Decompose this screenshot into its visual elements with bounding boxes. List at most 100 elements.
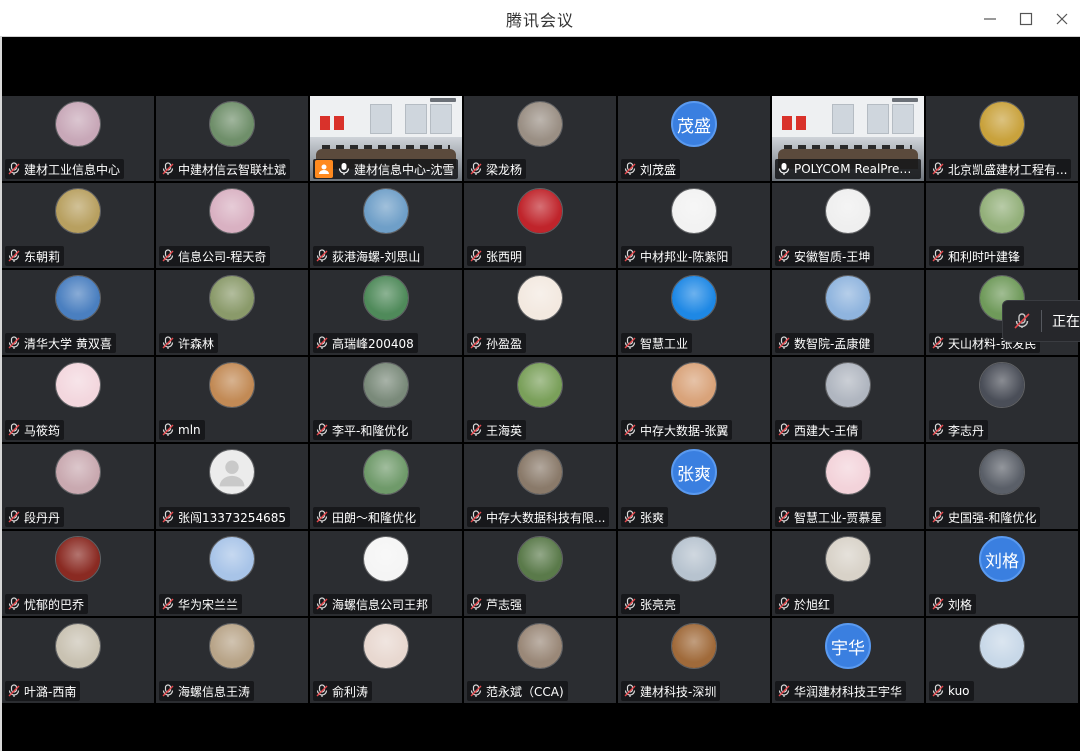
participant-tile[interactable]: 范永斌（CCA) — [464, 618, 616, 703]
participant-name-bar: kuo — [929, 681, 974, 701]
mic-status-muted — [777, 336, 791, 350]
participant-tile[interactable]: 芦志强 — [464, 531, 616, 616]
participant-tile[interactable]: 李志丹 — [926, 357, 1078, 442]
participant-name: 华润建材科技王宇华 — [794, 684, 903, 699]
mic-muted-icon — [162, 597, 174, 610]
participant-name-bar: 芦志强 — [467, 594, 527, 614]
participant-tile[interactable]: 安徽智质-王坤 — [772, 183, 924, 268]
participant-name: POLYCOM RealPres... — [794, 162, 917, 176]
participant-tile[interactable]: 高瑞峰200408 — [310, 270, 462, 355]
participant-tile[interactable]: 数智院-孟康健 — [772, 270, 924, 355]
mic-muted-icon — [624, 597, 636, 610]
participant-tile[interactable]: 叶潞-西南 — [2, 618, 154, 703]
participant-tile[interactable]: 田朗～和隆优化 — [310, 444, 462, 529]
participant-tile[interactable]: 海螺信息王涛 — [156, 618, 308, 703]
participant-tile[interactable]: 俞利涛 — [310, 618, 462, 703]
mic-status-muted — [161, 423, 175, 437]
mic-status-muted — [7, 336, 21, 350]
participant-tile[interactable]: 信息公司-程天奇 — [156, 183, 308, 268]
maximize-button[interactable] — [1008, 0, 1044, 37]
participant-tile[interactable]: 张闯13373254685 — [156, 444, 308, 529]
participant-tile[interactable]: 马筱筠 — [2, 357, 154, 442]
avatar-photo-icon — [56, 363, 100, 407]
participant-tile[interactable]: 中建材信云智联杜斌 — [156, 96, 308, 181]
participant-tile[interactable]: 张亮亮 — [618, 531, 770, 616]
participant-tile[interactable]: mln — [156, 357, 308, 442]
mic-status-muted — [161, 597, 175, 611]
participant-name-bar: 中存大数据科技有限... — [467, 507, 610, 527]
participant-tile[interactable]: 西建大-王倩 — [772, 357, 924, 442]
mic-muted-icon — [8, 162, 20, 175]
participant-tile[interactable]: 张爽 张爽 — [618, 444, 770, 529]
notification-toast[interactable]: 正在 — [1002, 300, 1080, 342]
mic-muted-icon — [316, 423, 328, 436]
participant-tile[interactable]: 张西明 — [464, 183, 616, 268]
participant-tile[interactable]: 智慧工业-贾慕星 — [772, 444, 924, 529]
participant-tile[interactable]: 建材科技-深圳 — [618, 618, 770, 703]
close-button[interactable] — [1044, 0, 1080, 37]
avatar-photo-icon — [210, 102, 254, 146]
participant-tile[interactable]: 中存大数据-张翼 — [618, 357, 770, 442]
participant-name-bar: 马筱筠 — [5, 420, 65, 440]
mic-status-muted — [469, 162, 483, 176]
participant-name: 中材邦业-陈紫阳 — [640, 249, 729, 264]
participant-name-bar: 叶潞-西南 — [5, 681, 81, 701]
participant-tile[interactable]: 史国强-和隆优化 — [926, 444, 1078, 529]
participant-tile[interactable]: 梁龙杨 — [464, 96, 616, 181]
avatar — [825, 275, 871, 321]
participant-name: 刘茂盛 — [640, 162, 677, 177]
participant-name-bar: 王海英 — [467, 420, 527, 440]
participant-tile[interactable]: 建材工业信息中心 — [2, 96, 154, 181]
participant-name: 於旭红 — [794, 597, 831, 612]
participant-tile[interactable]: 茂盛 刘茂盛 — [618, 96, 770, 181]
participant-tile[interactable]: 智慧工业 — [618, 270, 770, 355]
mic-icon — [778, 163, 790, 175]
avatar — [363, 449, 409, 495]
participant-tile[interactable]: 北京凯盛建材工程有... — [926, 96, 1078, 181]
participant-tile[interactable]: 忧郁的巴乔 — [2, 531, 154, 616]
participant-tile[interactable]: 李平-和隆优化 — [310, 357, 462, 442]
participant-tile[interactable]: 中存大数据科技有限... — [464, 444, 616, 529]
participant-tile[interactable]: 荻港海螺-刘思山 — [310, 183, 462, 268]
participant-name: 刘格 — [948, 597, 973, 612]
participant-tile[interactable]: 海螺信息公司王邦 — [310, 531, 462, 616]
mic-muted-icon — [162, 162, 174, 175]
mic-muted-icon — [162, 249, 174, 262]
avatar-photo-icon — [826, 363, 870, 407]
participant-tile[interactable]: 孙盈盈 — [464, 270, 616, 355]
avatar — [825, 536, 871, 582]
participant-tile[interactable]: 刘格 刘格 — [926, 531, 1078, 616]
avatar — [55, 449, 101, 495]
participant-tile[interactable]: 王海英 — [464, 357, 616, 442]
mic-status-muted — [931, 684, 945, 698]
minimize-button[interactable] — [972, 0, 1008, 37]
participant-tile[interactable]: kuo — [926, 618, 1078, 703]
participant-tile[interactable]: 建材信息中心-沈雪 — [310, 96, 462, 181]
participant-tile[interactable]: 於旭红 — [772, 531, 924, 616]
participant-name: 海螺信息公司王邦 — [332, 597, 429, 612]
mic-status-muted — [161, 162, 175, 176]
mic-icon — [338, 163, 350, 175]
participant-tile[interactable]: 和利时叶建锋 — [926, 183, 1078, 268]
mic-muted-icon — [778, 684, 790, 697]
mic-muted-icon — [162, 336, 174, 349]
participant-tile[interactable]: 宇华 华润建材科技王宇华 — [772, 618, 924, 703]
mic-status-muted — [623, 249, 637, 263]
avatar-photo-icon — [210, 189, 254, 233]
participant-tile[interactable]: 东朝莉 — [2, 183, 154, 268]
avatar — [209, 449, 255, 495]
mic-muted-icon — [8, 336, 20, 349]
mic-muted-icon — [162, 684, 174, 697]
mic-muted-icon — [162, 510, 174, 523]
avatar — [979, 362, 1025, 408]
mic-status-muted — [7, 597, 21, 611]
participant-tile[interactable]: 中材邦业-陈紫阳 — [618, 183, 770, 268]
avatar-photo-icon — [826, 450, 870, 494]
avatar — [979, 623, 1025, 669]
participant-tile[interactable]: 段丹丹 — [2, 444, 154, 529]
participant-tile[interactable]: 许森林 — [156, 270, 308, 355]
participant-tile[interactable]: 华为宋兰兰 — [156, 531, 308, 616]
participant-name-bar: 北京凯盛建材工程有... — [929, 159, 1072, 179]
participant-tile[interactable]: POLYCOM RealPres... — [772, 96, 924, 181]
participant-tile[interactable]: 清华大学 黄双喜 — [2, 270, 154, 355]
